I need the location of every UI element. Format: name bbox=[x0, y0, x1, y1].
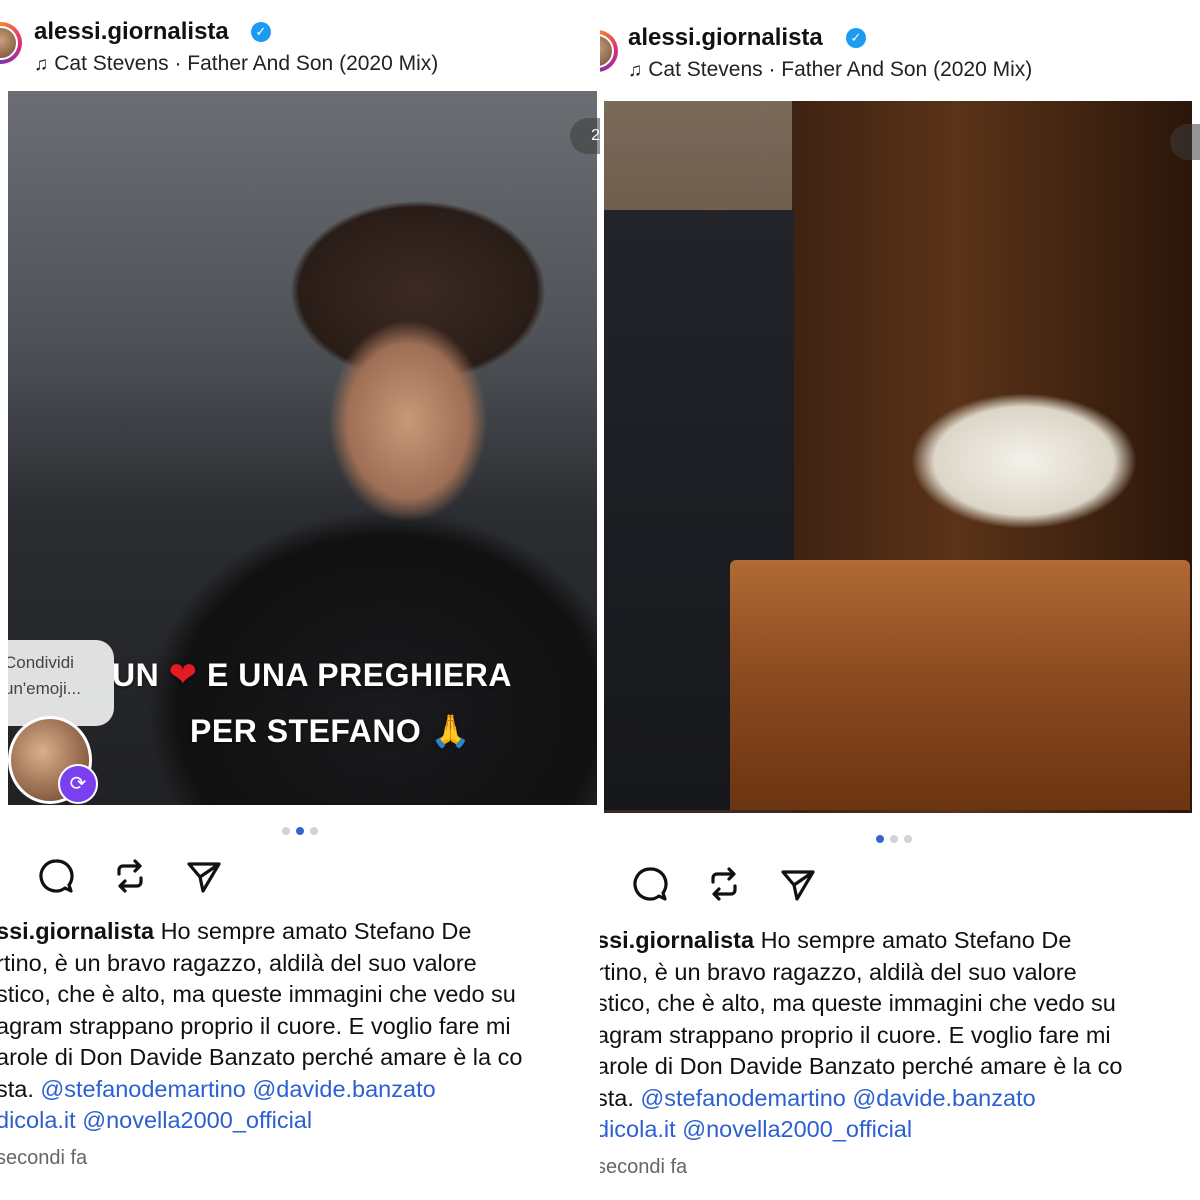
caption-text-line2: rtino, è un bravo ragazzo, aldilà del su… bbox=[600, 958, 1077, 985]
caption-username[interactable]: ssi.giornalista bbox=[600, 927, 754, 953]
mention-link[interactable]: @davide.banzato bbox=[252, 1076, 435, 1102]
mention-link[interactable]: @davide.banzato bbox=[852, 1085, 1035, 1111]
caption-text-line6: sta. bbox=[0, 1075, 34, 1102]
share-bubble-line1: Condividi bbox=[8, 653, 74, 672]
carousel-dot bbox=[904, 835, 912, 843]
profile-avatar[interactable] bbox=[0, 22, 22, 64]
music-track-label: Cat Stevens · Father And Son (2020 Mix) bbox=[54, 52, 439, 75]
post-timestamp: secondi fa bbox=[0, 1147, 88, 1169]
share-bubble-line2: un'emoji... bbox=[8, 679, 81, 698]
repost-badge-icon: ⟳ bbox=[58, 764, 98, 804]
post-actions bbox=[630, 864, 818, 904]
praying-hands-emoji-icon: 🙏 bbox=[430, 713, 472, 749]
post-header: alessi.giornalista ✓ ♫ Cat Stevens · Fath… bbox=[600, 0, 1200, 92]
carousel-dot bbox=[890, 835, 898, 843]
mention-link[interactable]: @novella2000_official bbox=[682, 1116, 912, 1142]
mention-link[interactable]: @stefanodemartino bbox=[40, 1076, 245, 1102]
instagram-post-left: alessi.giornalista ✓ ♫ Cat Stevens · Fath… bbox=[0, 0, 600, 1200]
overlay-text-preghiera: E UNA PREGHIERA bbox=[207, 657, 513, 693]
overlay-word-un: UN bbox=[112, 657, 160, 693]
comment-icon[interactable] bbox=[630, 864, 670, 904]
carousel-dot-active bbox=[296, 827, 304, 835]
post-actions bbox=[36, 856, 224, 896]
photo-overlay-line2: PER STEFANO 🙏 bbox=[190, 712, 471, 750]
post-caption: ssi.giornalista Ho sempre amato Stefano … bbox=[0, 916, 522, 1137]
music-track[interactable]: ♫ Cat Stevens · Father And Son (2020 Mix) bbox=[34, 52, 438, 76]
comment-icon[interactable] bbox=[36, 856, 76, 896]
verified-badge-icon: ✓ bbox=[251, 22, 271, 42]
carousel-dot bbox=[282, 827, 290, 835]
repost-icon[interactable] bbox=[110, 856, 150, 896]
photo-coffin bbox=[730, 560, 1190, 810]
caption-username[interactable]: ssi.giornalista bbox=[0, 918, 154, 944]
caption-text-line3: stico, che è alto, ma queste immagini ch… bbox=[600, 990, 1116, 1016]
overlay-text-stefano: PER STEFANO bbox=[190, 713, 422, 749]
music-track-label: Cat Stevens · Father And Son (2020 Mix) bbox=[648, 58, 1033, 81]
username-link[interactable]: alessi.giornalista bbox=[34, 18, 229, 46]
carousel-dot-active bbox=[876, 835, 884, 843]
carousel-dots bbox=[876, 835, 912, 843]
caption-text-line1: Ho sempre amato Stefano De bbox=[160, 918, 472, 944]
caption-text-line4: agram strappano proprio il cuore. E vogl… bbox=[600, 1021, 1111, 1048]
carousel-next-indicator[interactable] bbox=[1170, 124, 1200, 160]
music-note-icon: ♫ bbox=[34, 54, 49, 75]
profile-avatar[interactable] bbox=[600, 30, 618, 72]
caption-text-line5: arole di Don Davide Banzato perché amare… bbox=[0, 1044, 523, 1070]
carousel-next-indicator[interactable]: 2 bbox=[570, 118, 600, 154]
mention-link[interactable]: @novella2000_official bbox=[82, 1107, 312, 1133]
mention-link[interactable]: dicola.it bbox=[0, 1107, 76, 1133]
username-link[interactable]: alessi.giornalista bbox=[628, 24, 823, 52]
send-icon[interactable] bbox=[778, 864, 818, 904]
post-timestamp: secondi fa bbox=[600, 1156, 688, 1178]
mention-link[interactable]: @stefanodemartino bbox=[640, 1085, 845, 1111]
send-icon[interactable] bbox=[184, 856, 224, 896]
share-emoji-bubble[interactable]: Condividi un'emoji... bbox=[8, 640, 114, 726]
caption-text-line5: arole di Don Davide Banzato perché amare… bbox=[600, 1053, 1123, 1079]
music-note-icon: ♫ bbox=[628, 60, 643, 81]
caption-text-line6: sta. bbox=[600, 1084, 634, 1111]
caption-text-line1: Ho sempre amato Stefano De bbox=[760, 927, 1072, 953]
photo-overlay-line1: UN ❤ E UNA PREGHIERA bbox=[112, 655, 512, 695]
caption-text-line2: rtino, è un bravo ragazzo, aldilà del su… bbox=[0, 949, 477, 976]
music-track[interactable]: ♫ Cat Stevens · Father And Son (2020 Mix) bbox=[628, 58, 1032, 82]
repost-icon[interactable] bbox=[704, 864, 744, 904]
mention-link[interactable]: dicola.it bbox=[600, 1116, 676, 1142]
carousel-dot bbox=[310, 827, 318, 835]
caption-text-line4: agram strappano proprio il cuore. E vogl… bbox=[0, 1012, 511, 1039]
carousel-dots bbox=[282, 827, 318, 835]
verified-badge-icon: ✓ bbox=[846, 28, 866, 48]
post-caption: ssi.giornalista Ho sempre amato Stefano … bbox=[600, 925, 1122, 1146]
post-header: alessi.giornalista ✓ ♫ Cat Stevens · Fath… bbox=[0, 0, 600, 92]
caption-text-line3: stico, che è alto, ma queste immagini ch… bbox=[0, 981, 516, 1007]
heart-emoji-icon: ❤ bbox=[168, 656, 198, 694]
